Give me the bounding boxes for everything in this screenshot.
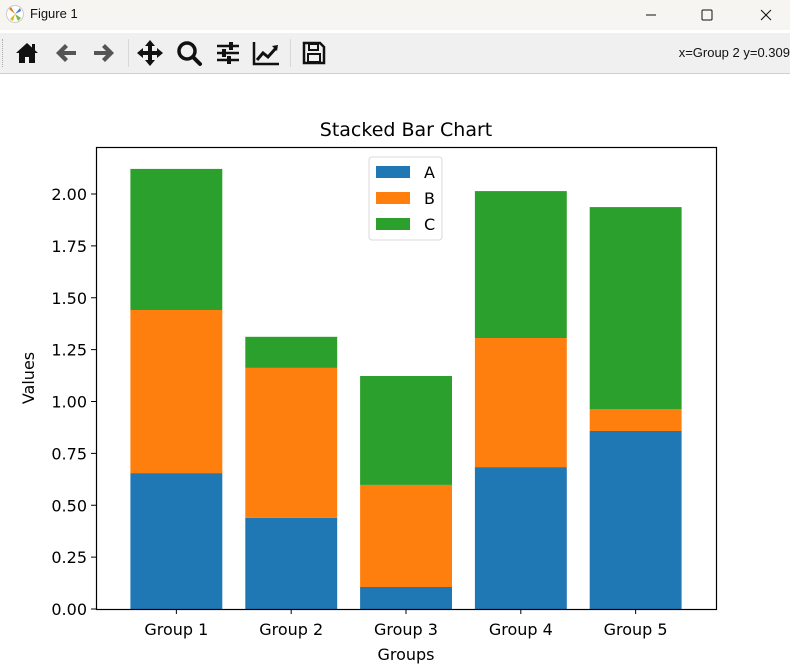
bar-b-5	[589, 409, 682, 431]
y-tick-label: 1.25	[51, 341, 87, 360]
window-title: Figure 1	[30, 6, 78, 21]
legend-swatch-b	[376, 192, 410, 204]
x-tick-label: Group 5	[604, 620, 668, 639]
y-tick-label: 0.75	[51, 444, 87, 463]
bar-a-4	[474, 467, 567, 609]
bar-b-4	[474, 338, 567, 468]
arrow-right-icon	[94, 44, 114, 62]
minimize-button[interactable]	[628, 0, 674, 30]
maximize-button[interactable]	[684, 0, 730, 30]
y-tick-label: 2.00	[51, 185, 87, 204]
bar-c-1	[130, 168, 223, 310]
bar-c-5	[589, 207, 682, 409]
forward-button[interactable]	[87, 36, 121, 70]
pan-button[interactable]	[133, 36, 167, 70]
configure-subplots-button[interactable]	[211, 36, 245, 70]
legend-swatch-c	[376, 218, 410, 230]
home-icon	[16, 43, 38, 63]
chart-canvas[interactable]: Stacked Bar Chart 0.00 0.25 0.50 0.75 1.00 1.…	[0, 74, 790, 672]
toolbar-separator	[290, 39, 291, 67]
edit-axis-button[interactable]	[249, 36, 283, 70]
bar-b-1	[130, 310, 223, 474]
x-tick-label: Group 1	[144, 620, 208, 639]
toolbar-grip[interactable]	[2, 39, 5, 67]
home-button[interactable]	[10, 36, 44, 70]
minimize-icon	[646, 14, 656, 16]
bar-b-3	[360, 484, 452, 587]
save-button[interactable]	[297, 36, 331, 70]
bar-c-4	[474, 191, 567, 338]
cursor-coordinates: x=Group 2 y=0.309	[678, 45, 790, 60]
maximize-icon	[701, 9, 713, 21]
matplotlib-logo-icon	[6, 5, 24, 23]
y-tick-label: 1.00	[51, 393, 87, 412]
y-tick-label: 1.50	[51, 289, 87, 308]
chart-title: Stacked Bar Chart	[320, 119, 492, 141]
bar-a-5	[589, 431, 682, 609]
floppy-disk-icon	[302, 41, 326, 65]
line-chart-icon	[252, 42, 279, 66]
y-axis-label: Values	[19, 352, 38, 404]
sliders-icon	[217, 42, 239, 64]
magnifier-icon	[177, 41, 202, 66]
legend-swatch-a	[376, 166, 410, 178]
y-tick-label: 0.50	[51, 496, 87, 515]
x-axis-label: Groups	[377, 645, 434, 664]
x-tick-label: Group 3	[374, 620, 438, 639]
bar-c-3	[360, 376, 452, 485]
legend-label-b: B	[424, 189, 435, 208]
x-tick-label: Group 2	[259, 620, 323, 639]
legend-label-c: C	[424, 215, 435, 234]
close-button[interactable]	[743, 0, 789, 30]
title-bar: Figure 1	[0, 0, 790, 30]
x-tick-label: Group 4	[489, 620, 553, 639]
legend-label-a: A	[424, 163, 435, 182]
bar-b-2	[245, 367, 338, 518]
y-axis: 0.00 0.25 0.50 0.75 1.00 1.25 1.50 1.75 2.00	[51, 185, 96, 619]
legend: ABC	[368, 156, 443, 241]
bar-a-3	[360, 587, 452, 609]
navigation-toolbar: x=Group 2 y=0.309	[0, 33, 790, 74]
toolbar-separator	[128, 39, 129, 67]
bar-a-1	[130, 473, 223, 609]
y-tick-label: 0.00	[51, 600, 87, 619]
close-icon	[760, 9, 772, 21]
y-tick-label: 0.25	[51, 548, 87, 567]
bar-a-2	[245, 517, 338, 609]
zoom-button[interactable]	[172, 36, 206, 70]
y-tick-label: 1.75	[51, 237, 87, 256]
back-button[interactable]	[49, 36, 83, 70]
arrow-left-icon	[56, 44, 76, 62]
move-icon	[137, 40, 163, 66]
bar-c-2	[245, 336, 338, 368]
x-axis: Group 1 Group 2 Group 3 Group 4 Group 5	[144, 609, 668, 639]
